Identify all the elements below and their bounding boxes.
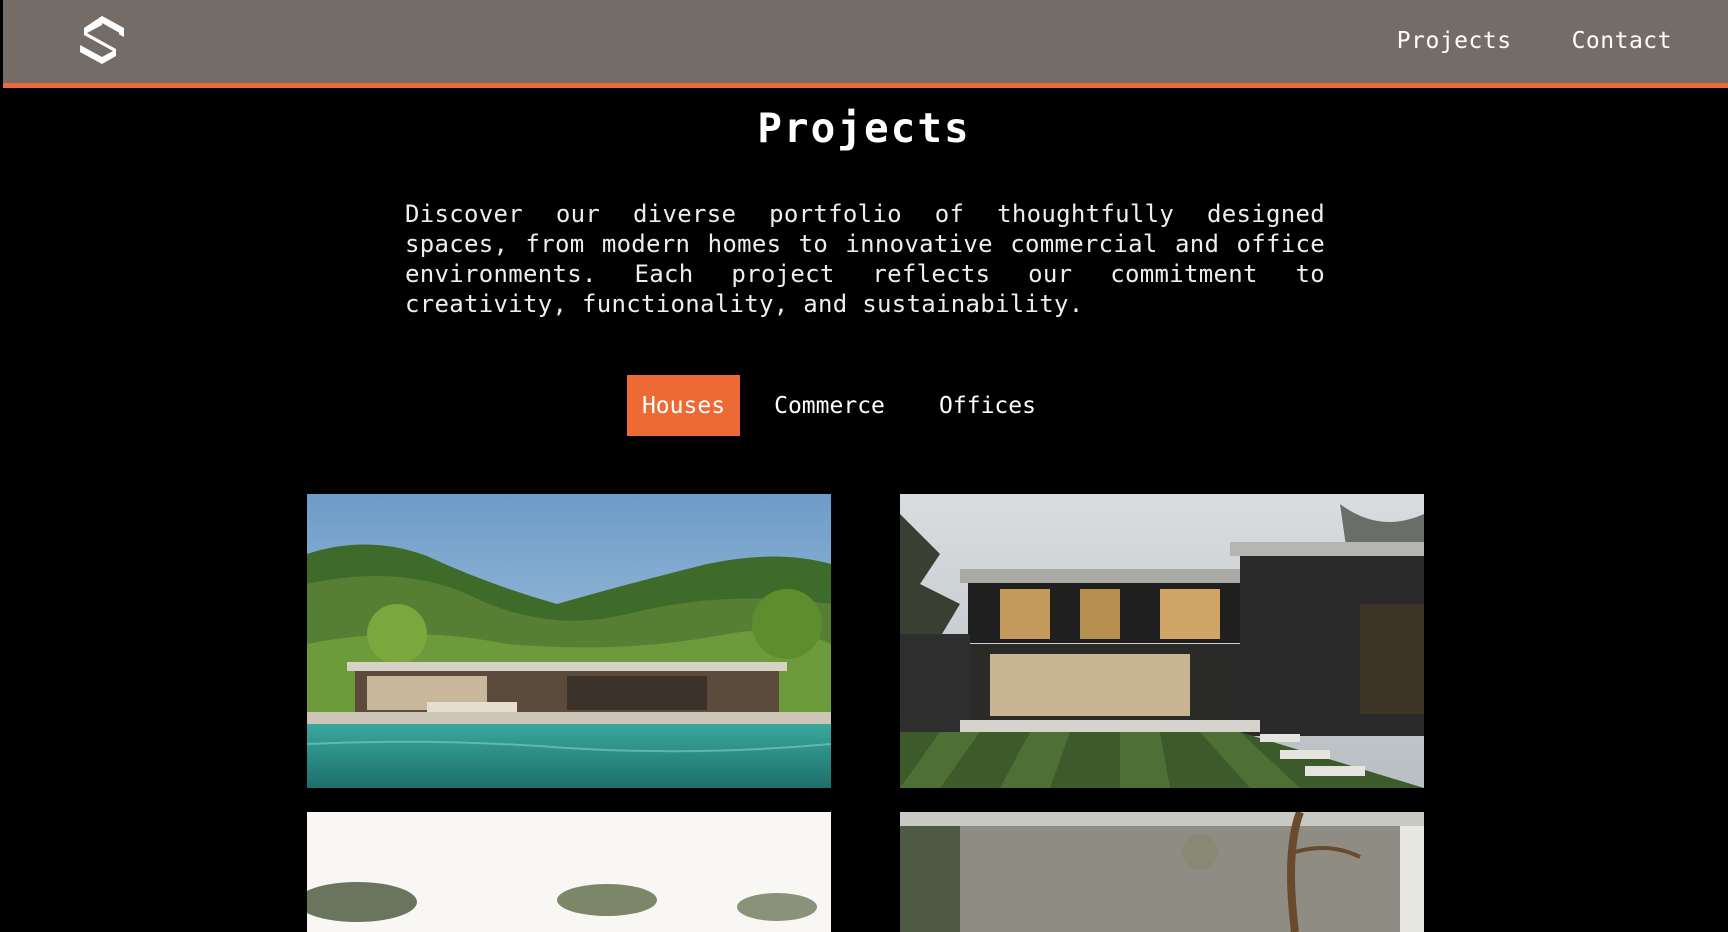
nav-link-contact[interactable]: Contact [1572, 28, 1672, 54]
project-image [307, 812, 831, 932]
main-nav: Projects Contact [1397, 28, 1672, 54]
s-hexagon-logo-icon[interactable] [76, 13, 128, 71]
category-tabs: Houses Commerce Offices [627, 375, 1050, 436]
project-card[interactable] [307, 494, 831, 788]
project-image [900, 812, 1424, 932]
project-card[interactable] [307, 812, 831, 932]
project-image [900, 494, 1424, 788]
project-image [307, 494, 831, 788]
tab-commerce[interactable]: Commerce [744, 375, 915, 436]
nav-link-projects[interactable]: Projects [1397, 28, 1512, 54]
page-title: Projects [757, 104, 971, 152]
project-card[interactable] [900, 494, 1424, 788]
tab-houses[interactable]: Houses [627, 375, 740, 436]
tab-offices[interactable]: Offices [925, 375, 1050, 436]
intro-paragraph: Discover our diverse portfolio of though… [405, 200, 1325, 318]
site-header: Projects Contact [3, 0, 1728, 88]
project-card[interactable] [900, 812, 1424, 932]
